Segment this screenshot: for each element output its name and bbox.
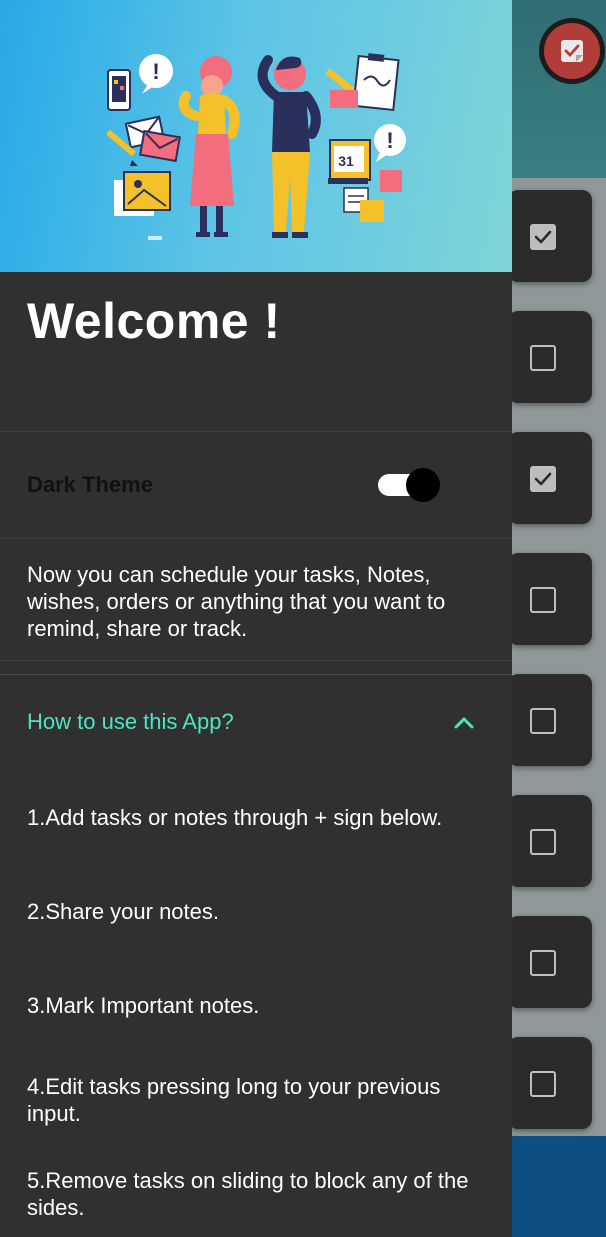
task-card[interactable] <box>508 311 592 403</box>
note-check-icon <box>544 23 600 79</box>
task-card[interactable] <box>508 553 592 645</box>
howto-step: 5.Remove tasks on sliding to block any o… <box>27 1168 469 1220</box>
dark-theme-toggle[interactable] <box>378 468 440 502</box>
checkbox-icon[interactable] <box>530 829 556 855</box>
image-icon <box>114 171 171 216</box>
woman-figure <box>178 56 240 237</box>
divider <box>0 660 512 661</box>
task-card[interactable] <box>508 432 592 524</box>
checkbox-icon[interactable] <box>530 224 556 250</box>
checkbox-icon[interactable] <box>530 466 556 492</box>
checkbox-icon[interactable] <box>530 345 556 371</box>
divider <box>0 538 512 539</box>
navigation-drawer: ! ! 31 Welcome ! Dark Theme Now you can … <box>0 0 512 1237</box>
howto-step: 2.Share your notes. <box>27 899 220 924</box>
divider <box>0 674 512 675</box>
speech-bubble-icon: ! <box>374 124 406 162</box>
intro-text: Now you can schedule your tasks, Notes, … <box>27 562 446 641</box>
app-logo-button[interactable] <box>539 18 605 84</box>
envelope-icon <box>124 115 181 163</box>
toggle-thumb <box>406 468 440 502</box>
svg-text:!: ! <box>152 59 159 84</box>
clipboard-icon <box>352 53 400 112</box>
svg-text:31: 31 <box>338 153 354 169</box>
task-card[interactable] <box>508 916 592 1008</box>
checkbox-icon[interactable] <box>530 587 556 613</box>
divider <box>0 431 512 432</box>
howto-step: 4.Edit tasks pressing long to your previ… <box>27 1074 441 1126</box>
task-card[interactable] <box>508 674 592 766</box>
task-card[interactable] <box>508 795 592 887</box>
howto-step: 3.Mark Important notes. <box>27 993 260 1018</box>
calendar-icon: 31 <box>329 139 371 181</box>
svg-text:!: ! <box>386 128 393 153</box>
man-figure <box>257 55 321 238</box>
hero-illustration: ! ! 31 <box>0 0 512 272</box>
checkbox-icon[interactable] <box>530 1071 556 1097</box>
chevron-up-icon[interactable] <box>451 710 477 736</box>
welcome-title: Welcome ! <box>27 293 281 349</box>
howto-title: How to use this App? <box>27 709 234 734</box>
checkbox-icon[interactable] <box>530 950 556 976</box>
task-card[interactable] <box>508 1037 592 1129</box>
howto-step: 1.Add tasks or notes through + sign belo… <box>27 805 443 830</box>
phone-icon <box>107 69 131 111</box>
task-card[interactable] <box>508 190 592 282</box>
dark-theme-label: Dark Theme <box>27 472 153 497</box>
speech-bubble-icon: ! <box>139 54 173 94</box>
checkbox-icon[interactable] <box>530 708 556 734</box>
